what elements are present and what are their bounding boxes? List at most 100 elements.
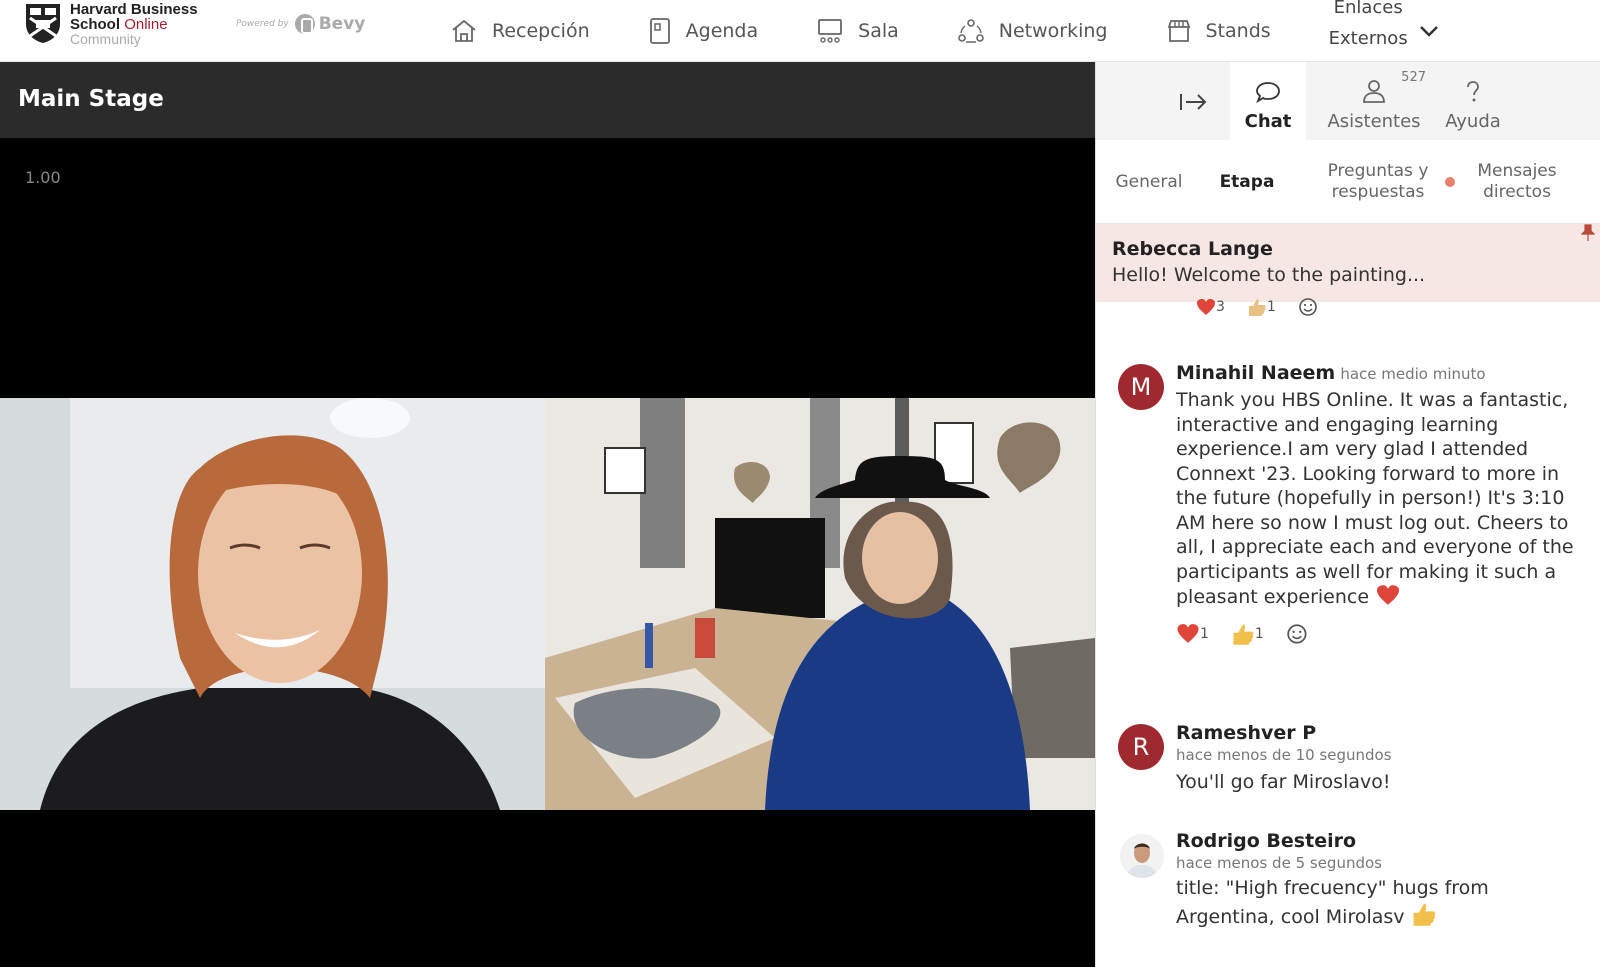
reaction-thumbs-up[interactable]: 1 <box>1231 622 1264 646</box>
brand-line-1: Harvard Business <box>70 1 198 18</box>
home-icon <box>452 19 476 42</box>
tab-label: Asistentes <box>1327 111 1421 132</box>
subtab-preguntas[interactable]: Preguntas y respuestas <box>1320 140 1460 224</box>
subtab-mensajes-directos[interactable]: Mensajes directos <box>1472 140 1562 224</box>
nav-item-stands[interactable]: Stands <box>1166 0 1271 62</box>
message-author[interactable]: Rodrigo Besteiro <box>1176 830 1589 852</box>
tab-asistentes[interactable]: 527 Asistentes <box>1318 62 1430 140</box>
bevy-logo-icon <box>294 14 315 34</box>
message-text-content: Thank you HBS Online. It was a fantastic… <box>1176 389 1574 608</box>
tab-ayuda[interactable]: Ayuda <box>1438 62 1508 140</box>
unread-dot <box>1445 177 1455 187</box>
reaction-count: 1 <box>1266 299 1276 315</box>
message-text: You'll go far Miroslavo! <box>1176 771 1391 793</box>
message-time: hace medio minuto <box>1340 365 1486 383</box>
shield-icon <box>26 4 60 43</box>
add-reaction-icon[interactable] <box>1298 296 1320 318</box>
reaction-thumbs-up[interactable]: 1 <box>1247 297 1276 317</box>
hbs-logo[interactable]: Harvard Business School Online Community <box>24 2 198 47</box>
tab-label: Chat <box>1244 111 1292 132</box>
heart-icon <box>1197 299 1215 315</box>
reaction-count: 1 <box>1200 625 1209 642</box>
help-question-icon <box>1467 81 1479 102</box>
person-icon <box>1363 80 1385 103</box>
attendee-count: 527 <box>1401 70 1426 85</box>
external-line-1: Enlaces <box>1333 0 1403 18</box>
main-nav: Recepción Agenda Sala Networking Stands … <box>450 0 1440 62</box>
nav-item-recepcion[interactable]: Recepción <box>450 0 590 62</box>
video-tile-presenter-1 <box>0 398 545 810</box>
add-reaction-icon[interactable] <box>1286 622 1310 646</box>
chevron-down-icon <box>1419 26 1438 37</box>
reaction-count: 3 <box>1216 299 1225 315</box>
collapse-sidebar-icon[interactable] <box>1178 90 1208 114</box>
pin-icon <box>1581 224 1595 241</box>
nav-label: Networking <box>998 20 1108 42</box>
thumbs-up-emoji-icon <box>1413 903 1435 926</box>
nav-external-links-dropdown[interactable]: Enlaces Externos <box>1328 0 1440 54</box>
message-text: Thank you HBS Online. It was a fantastic… <box>1176 388 1589 610</box>
reaction-heart[interactable]: 1 <box>1176 623 1209 644</box>
pinned-message[interactable]: Rebecca Lange Hello! Welcome to the pain… <box>1096 224 1600 302</box>
brand-text: Harvard Business School Online Community <box>70 2 198 47</box>
tab-chat[interactable]: Chat <box>1230 62 1306 140</box>
nav-label: Sala <box>858 20 899 42</box>
nav-label: Recepción <box>492 20 590 42</box>
brand-line-2: School Online <box>70 17 198 32</box>
reaction-heart[interactable]: 3 <box>1196 298 1225 316</box>
artist-studio-image <box>545 398 1095 810</box>
agenda-icon <box>649 18 670 44</box>
message-text: title: "High frecuency" hugs from Argent… <box>1176 876 1589 929</box>
network-icon <box>957 19 984 43</box>
message-body: Rameshver P hace menos de 10 segundos Yo… <box>1176 722 1589 795</box>
chat-sidebar: Chat 527 Asistentes Ayuda General Etapa … <box>1095 62 1600 967</box>
external-links-label: Enlaces Externos <box>1328 0 1408 54</box>
subtab-general[interactable]: General <box>1110 140 1188 224</box>
message-header: Minahil Naeem hace medio minuto <box>1176 362 1589 384</box>
message-reactions: 1 1 <box>1176 622 1589 646</box>
message-author[interactable]: Rameshver P <box>1176 722 1589 744</box>
message-author[interactable]: Minahil Naeem <box>1176 362 1335 384</box>
thumbs-up-icon <box>1233 623 1254 645</box>
heart-icon <box>1177 624 1199 643</box>
page-title: Main Stage <box>18 86 164 112</box>
message-body: Rodrigo Besteiro hace menos de 5 segundo… <box>1176 830 1589 929</box>
message-time: hace menos de 10 segundos <box>1176 746 1392 764</box>
bevy-wordmark: Bevy <box>318 14 366 34</box>
top-navigation-bar: Harvard Business School Online Community… <box>0 0 1600 62</box>
playback-rate: 1.00 <box>25 168 61 187</box>
nav-item-sala[interactable]: Sala <box>816 0 899 62</box>
video-player[interactable]: 1.00 <box>0 138 1095 967</box>
screen-icon <box>818 19 843 43</box>
external-line-2: Externos <box>1328 28 1408 49</box>
avatar[interactable]: R <box>1118 724 1164 770</box>
nav-label: Stands <box>1205 20 1271 42</box>
nav-item-networking[interactable]: Networking <box>957 0 1108 62</box>
pinned-text: Hello! Welcome to the painting... <box>1112 264 1426 286</box>
tab-label: Ayuda <box>1445 111 1501 132</box>
chat-subtabs: General Etapa Preguntas y respuestas Men… <box>1096 140 1600 224</box>
reaction-count: 1 <box>1254 625 1264 642</box>
powered-by-bevy: Powered by Bevy <box>236 14 365 34</box>
heart-emoji-icon <box>1377 585 1400 605</box>
sidebar-tabs: Chat 527 Asistentes Ayuda <box>1096 62 1600 140</box>
video-tile-presenter-2 <box>545 398 1095 810</box>
avatar[interactable]: M <box>1118 364 1164 410</box>
main-stage-header: Main Stage <box>0 62 1095 138</box>
message-time: hace menos de 5 segundos <box>1176 854 1382 872</box>
avatar[interactable] <box>1120 834 1164 878</box>
user-photo <box>1120 834 1164 878</box>
thumbs-up-icon <box>1248 299 1266 316</box>
subtab-etapa[interactable]: Etapa <box>1214 140 1280 224</box>
brand-line-3: Community <box>70 31 141 47</box>
message-body: Minahil Naeem hace medio minuto Thank yo… <box>1176 362 1589 646</box>
pinned-reactions: 3 1 <box>1196 296 1320 318</box>
powered-by-label: Powered by <box>236 19 289 29</box>
chat-bubble-icon <box>1256 82 1280 104</box>
nav-item-agenda[interactable]: Agenda <box>648 0 759 62</box>
message-text-content: title: "High frecuency" hugs from Argent… <box>1176 877 1489 928</box>
pinned-author: Rebecca Lange <box>1112 238 1273 260</box>
store-icon <box>1167 20 1190 42</box>
subtab-label: Preguntas y respuestas <box>1327 161 1429 202</box>
nav-label: Agenda <box>685 20 759 42</box>
